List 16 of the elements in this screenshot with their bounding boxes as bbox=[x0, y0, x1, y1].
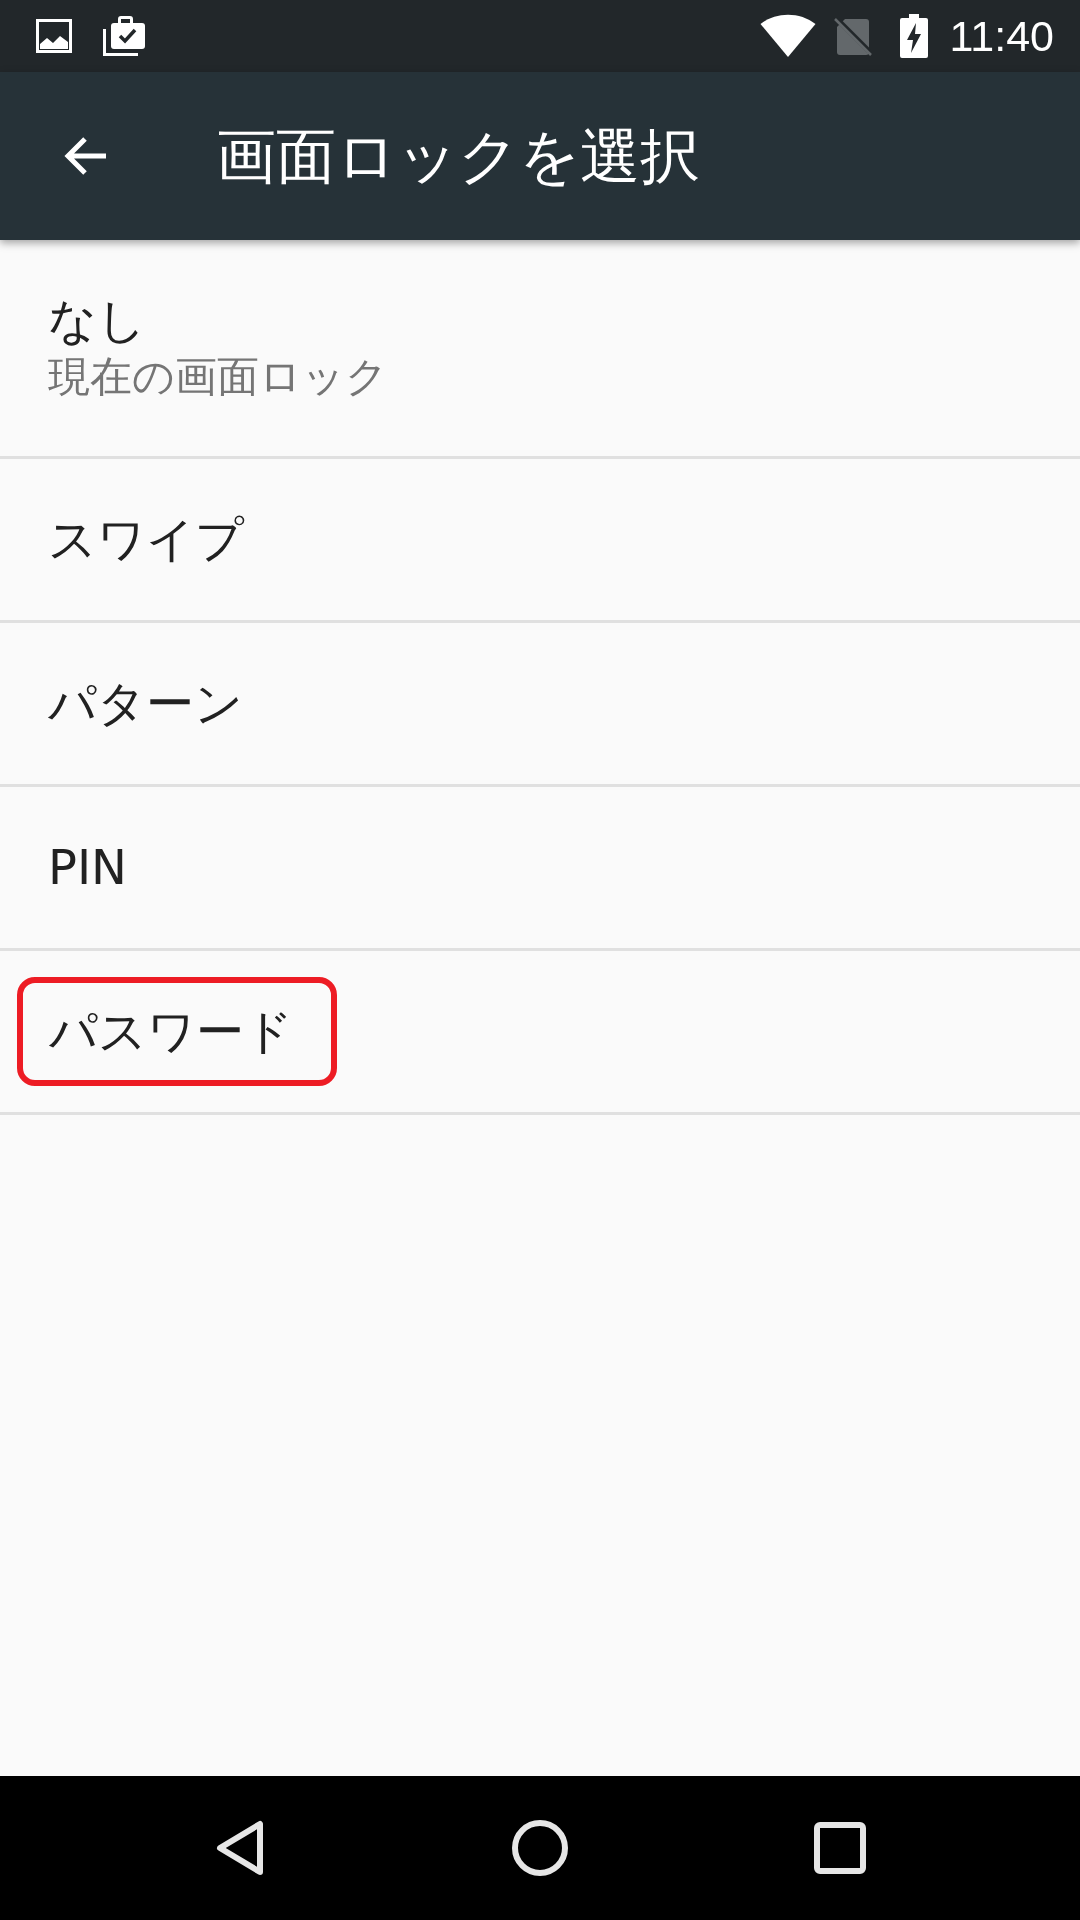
no-sim-icon bbox=[832, 16, 873, 56]
wifi-icon bbox=[759, 14, 816, 58]
battery-charging-icon bbox=[898, 14, 929, 58]
option-label[interactable]: なし bbox=[48, 292, 146, 350]
option-subtitle: 現在の画面ロック bbox=[48, 350, 388, 403]
briefcase-check-icon bbox=[103, 15, 146, 57]
screen-title: 画面ロックを選択 bbox=[216, 120, 700, 192]
option-label[interactable]: パスワード bbox=[49, 1002, 293, 1061]
status-time: 11:40 bbox=[949, 14, 1054, 58]
option-label[interactable]: スワイプ bbox=[48, 510, 244, 569]
triangle-icon bbox=[216, 1820, 264, 1876]
image-icon bbox=[36, 19, 72, 53]
option-label[interactable]: PIN bbox=[48, 838, 127, 897]
circle-icon bbox=[512, 1820, 568, 1876]
square-icon bbox=[814, 1822, 866, 1874]
option-label[interactable]: パターン bbox=[48, 674, 243, 733]
